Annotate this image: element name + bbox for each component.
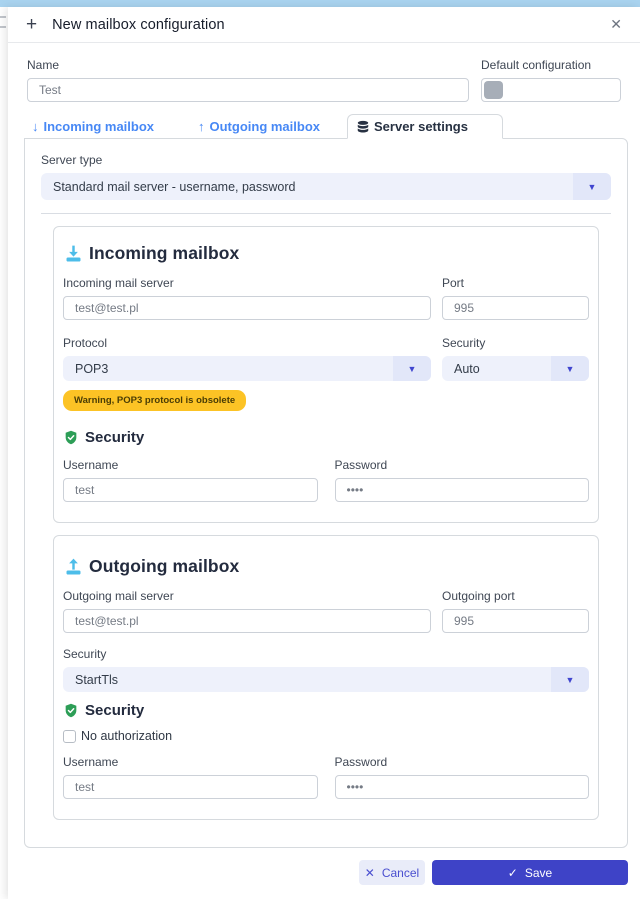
incoming-security-label: Security [442, 336, 589, 350]
outgoing-server-input[interactable] [63, 609, 431, 633]
protocol-select[interactable]: POP3 ▼ [63, 356, 431, 381]
incoming-port-label: Port [442, 276, 589, 290]
server-type-label: Server type [41, 153, 611, 167]
shield-check-icon [63, 429, 79, 446]
outgoing-security-heading: Security [63, 702, 589, 719]
protocol-security-row: Protocol POP3 ▼ Security Auto [63, 336, 589, 381]
plus-icon: + [26, 15, 37, 34]
outgoing-security-value: StartTls [63, 673, 118, 687]
chevron-down-icon: ▼ [551, 356, 589, 381]
outgoing-username-input[interactable] [63, 775, 318, 799]
incoming-security-value: Auto [442, 362, 480, 376]
no-authorization-checkbox[interactable] [63, 730, 76, 743]
server-type-value: Standard mail server - username, passwor… [41, 180, 295, 194]
incoming-section-heading: Incoming mailbox [63, 243, 589, 264]
incoming-security-select[interactable]: Auto ▼ [442, 356, 589, 381]
outgoing-section-title: Outgoing mailbox [89, 556, 239, 577]
incoming-server-label: Incoming mail server [63, 276, 431, 290]
name-field-group: Name [27, 58, 469, 102]
tab-bar: ↓ Incoming mailbox ↑ Outgoing mailbox Se… [27, 114, 624, 138]
x-icon: ✕ [365, 866, 375, 880]
incoming-section-title: Incoming mailbox [89, 243, 239, 264]
pop3-warning-badge: Warning, POP3 protocol is obsolete [63, 390, 246, 411]
name-input[interactable] [27, 78, 469, 102]
outgoing-section-heading: Outgoing mailbox [63, 556, 589, 577]
cancel-button-label: Cancel [382, 866, 419, 880]
cancel-button[interactable]: ✕ Cancel [359, 860, 425, 885]
incoming-security-title: Security [85, 429, 144, 446]
save-button-label: Save [525, 866, 552, 880]
incoming-server-row: Incoming mail server Port [63, 276, 589, 320]
arrow-up-icon: ↑ [198, 119, 205, 134]
default-configuration-toggle[interactable] [481, 78, 621, 102]
arrow-down-icon: ↓ [32, 119, 39, 134]
outgoing-credentials-row: Username Password [63, 755, 589, 799]
outgoing-security-select[interactable]: StartTls ▼ [63, 667, 589, 692]
toggle-knob [484, 81, 503, 99]
check-icon: ✓ [508, 866, 518, 880]
outgoing-password-input[interactable] [335, 775, 590, 799]
server-type-select[interactable]: Standard mail server - username, passwor… [41, 173, 611, 200]
name-row: Name Default configuration [27, 58, 621, 102]
tab-outgoing-mailbox[interactable]: ↑ Outgoing mailbox [198, 114, 347, 138]
download-tray-icon [63, 243, 84, 264]
tab-server-settings[interactable]: Server settings [347, 114, 503, 139]
incoming-password-input[interactable] [335, 478, 590, 502]
incoming-username-input[interactable] [63, 478, 318, 502]
outgoing-server-row: Outgoing mail server Outgoing port [63, 589, 589, 633]
dialog-title: New mailbox configuration [52, 17, 225, 33]
save-button[interactable]: ✓ Save [432, 860, 628, 885]
incoming-security-heading: Security [63, 429, 589, 446]
outgoing-username-label: Username [63, 755, 318, 769]
outgoing-mailbox-section: Outgoing mailbox Outgoing mail server Ou… [53, 535, 599, 820]
incoming-server-input[interactable] [63, 296, 431, 320]
outgoing-port-input[interactable] [442, 609, 589, 633]
outgoing-password-label: Password [335, 755, 590, 769]
protocol-value: POP3 [63, 362, 108, 376]
outgoing-port-label: Outgoing port [442, 589, 589, 603]
mailbox-configuration-dialog: + New mailbox configuration ✕ Name Defau… [8, 7, 640, 899]
background-menu-icon [0, 16, 6, 28]
dialog-footer: ✕ Cancel ✓ Save [8, 855, 640, 899]
default-configuration-label: Default configuration [481, 58, 621, 72]
tab-incoming-mailbox[interactable]: ↓ Incoming mailbox [27, 114, 198, 138]
divider [41, 213, 611, 214]
close-icon[interactable]: ✕ [606, 14, 626, 35]
incoming-username-label: Username [63, 458, 318, 472]
no-authorization-label: No authorization [81, 729, 172, 743]
outgoing-security-label: Security [63, 647, 589, 661]
tab-incoming-label: Incoming mailbox [44, 119, 155, 134]
no-authorization-option[interactable]: No authorization [63, 729, 589, 743]
outgoing-security-title: Security [85, 702, 144, 719]
tab-server-settings-label: Server settings [374, 119, 468, 134]
protocol-label: Protocol [63, 336, 431, 350]
chevron-down-icon: ▼ [393, 356, 431, 381]
incoming-password-label: Password [335, 458, 590, 472]
database-icon [356, 120, 370, 134]
background-app-strip [0, 0, 640, 7]
incoming-port-input[interactable] [442, 296, 589, 320]
shield-check-icon [63, 702, 79, 719]
dialog-body: Name Default configuration ↓ Incoming ma… [8, 43, 640, 899]
upload-tray-icon [63, 556, 84, 577]
name-label: Name [27, 58, 469, 72]
incoming-credentials-row: Username Password [63, 458, 589, 502]
incoming-mailbox-section: Incoming mailbox Incoming mail server Po… [53, 226, 599, 523]
server-settings-panel: Server type Standard mail server - usern… [24, 138, 628, 848]
default-configuration-group: Default configuration [481, 58, 621, 102]
chevron-down-icon: ▼ [573, 173, 611, 200]
dialog-header: + New mailbox configuration ✕ [8, 7, 640, 43]
tab-outgoing-label: Outgoing mailbox [210, 119, 321, 134]
chevron-down-icon: ▼ [551, 667, 589, 692]
outgoing-server-label: Outgoing mail server [63, 589, 431, 603]
